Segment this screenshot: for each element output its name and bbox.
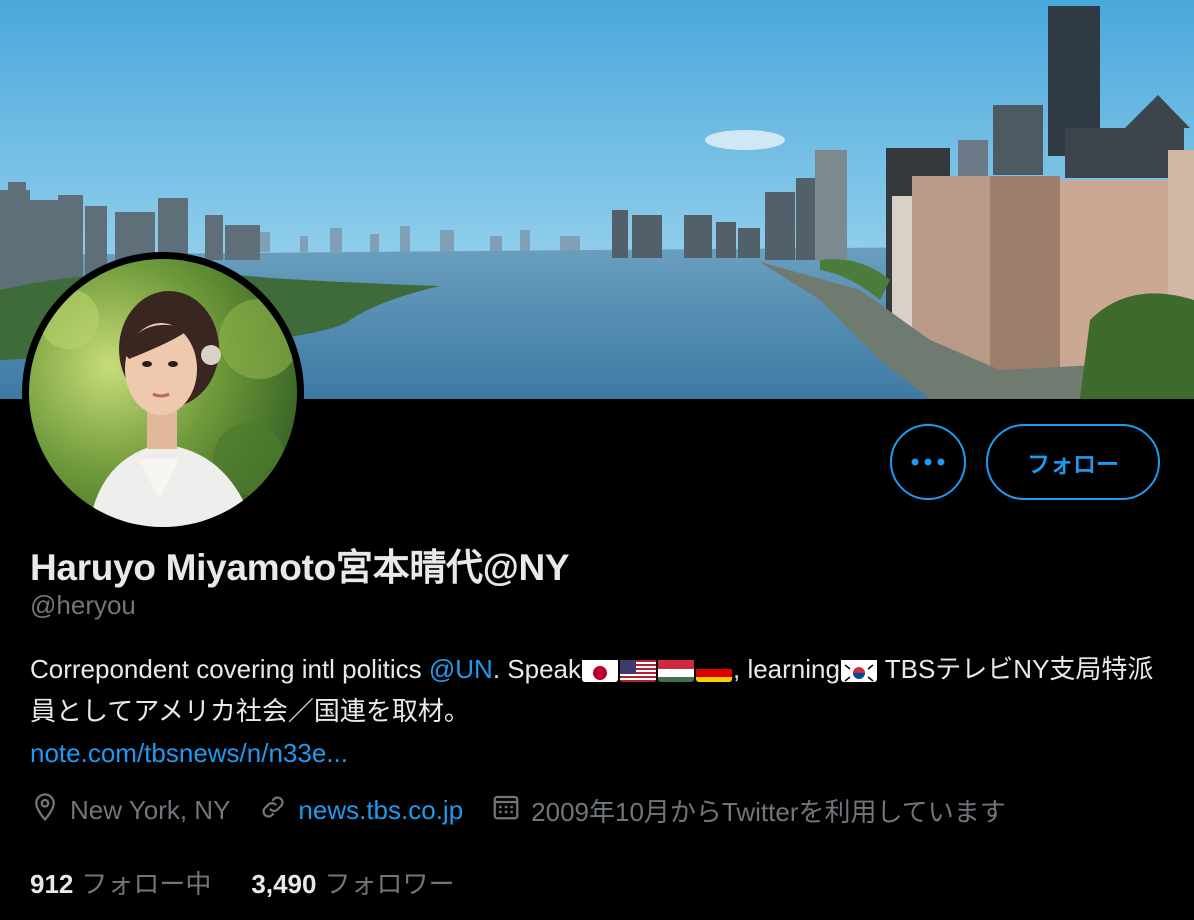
calendar-icon — [491, 792, 531, 829]
flag-usa-icon — [620, 656, 656, 682]
bio-link[interactable]: note.com/tbsnews/n/n33e... — [30, 738, 348, 768]
location-pin-icon — [30, 792, 70, 829]
location-item: New York, NY — [30, 792, 230, 829]
more-horizontal-icon — [911, 453, 945, 471]
profile-meta: New York, NY news.tbs.co.jp 2009年10月からTw… — [30, 792, 1034, 829]
joined-text: 2009年10月からTwitterを利用しています — [531, 797, 1006, 827]
link-icon — [258, 792, 298, 829]
joined-item: 2009年10月からTwitterを利用しています — [491, 792, 1006, 829]
following-label: フォロー中 — [81, 869, 212, 899]
more-options-button[interactable] — [890, 424, 966, 500]
bio-mention-link[interactable]: @UN — [429, 654, 493, 684]
flag-hungary-icon — [658, 656, 694, 682]
followers-label: フォロワー — [324, 869, 455, 899]
bio-text: Correpondent covering intl politics — [30, 654, 429, 684]
user-handle: @heryou — [30, 590, 136, 620]
following-count: 912 — [30, 869, 74, 899]
flag-germany-icon — [696, 656, 732, 682]
location-text: New York, NY — [70, 795, 231, 825]
website-link[interactable]: news.tbs.co.jp — [298, 795, 463, 826]
follow-stats: 912 フォロー中 3,490 フォロワー — [30, 864, 495, 901]
bio-text: . Speak — [492, 654, 581, 684]
bio-text: , learning — [733, 654, 840, 684]
followers-stat[interactable]: 3,490 フォロワー — [251, 864, 454, 901]
profile-avatar[interactable] — [22, 252, 304, 534]
display-name: Haruyo Miyamoto宮本晴代@NY — [30, 547, 570, 588]
profile-bio: Correpondent covering intl politics @UN.… — [30, 648, 1170, 774]
followers-count: 3,490 — [251, 869, 317, 899]
website-item[interactable]: news.tbs.co.jp — [258, 792, 463, 829]
flag-japan-icon — [582, 656, 618, 682]
following-stat[interactable]: 912 フォロー中 — [30, 864, 211, 901]
flag-korea-icon — [840, 656, 877, 682]
follow-button[interactable]: フォロー — [986, 424, 1160, 500]
